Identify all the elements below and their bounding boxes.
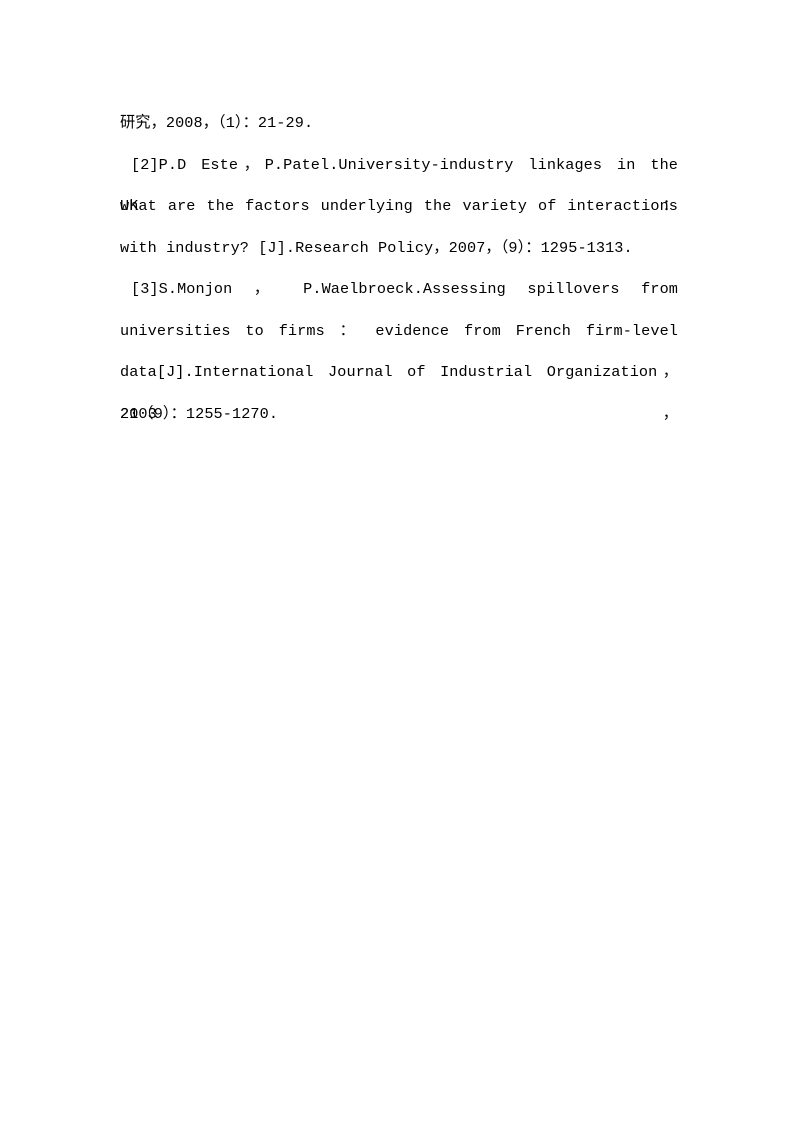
reference-entry-1-tail: 研究，2008，（1）：21-29. bbox=[120, 103, 678, 145]
reference-line: [3]S.Monjon ， P.Waelbroeck.Assessing spi… bbox=[131, 280, 678, 298]
reference-entry-3: [3]S.Monjon ， P.Waelbroeck.Assessing spi… bbox=[120, 269, 678, 435]
reference-line: 研究，2008，（1）：21-29. bbox=[120, 114, 314, 132]
reference-line: with industry? [J].Research Policy，2007，… bbox=[120, 238, 633, 257]
reference-line: what are the factors underlying the vari… bbox=[120, 197, 678, 215]
reference-entry-2: [2]P.D Este，P.Patel.University-industry … bbox=[120, 145, 678, 270]
reference-line: [2]P.D Este，P.Patel.University-industry … bbox=[120, 155, 678, 216]
document-page: 研究，2008，（1）：21-29. [2]P.D Este，P.Patel.U… bbox=[0, 0, 794, 1123]
references-text-column: 研究，2008，（1）：21-29. [2]P.D Este，P.Patel.U… bbox=[120, 103, 678, 435]
reference-line: data[J].International Journal of Industr… bbox=[120, 363, 678, 423]
reference-line: universities to firms ： evidence from Fr… bbox=[120, 321, 678, 340]
